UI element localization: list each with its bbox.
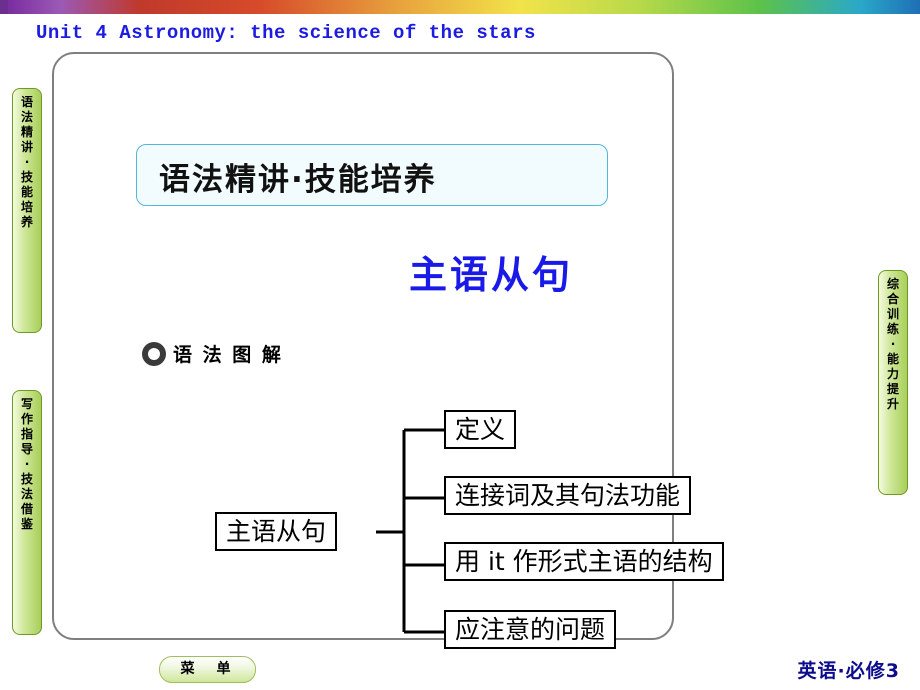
ring-bullet-icon <box>142 341 166 366</box>
main-content-panel: 语法精讲·技能培养 主语从句 语 法 图 解 主语从句 定义 连接词及其句法功能… <box>52 52 724 649</box>
menu-button[interactable]: 菜 单 <box>159 656 256 683</box>
grammar-tree-diagram: 主语从句 定义 连接词及其句法功能 用 it 作形式主语的结构 应注意的问题 <box>204 404 844 674</box>
grammar-diagram-label-text: 语 法 图 解 <box>173 344 283 366</box>
textbook-label: 英语·必修3 <box>797 660 900 682</box>
sidebar-item-writing-guide-label: 写作指导 · 技法借鉴 <box>20 397 33 531</box>
grammar-diagram-label: 语 法 图 解 <box>142 340 283 367</box>
diagram-root-node: 主语从句 <box>215 512 338 551</box>
diagram-branch-node: 应注意的问题 <box>444 610 617 649</box>
diagram-branch-node: 定义 <box>444 410 517 449</box>
decorative-top-bar <box>0 0 920 14</box>
sidebar-item-writing-guide[interactable]: 写作指导 · 技法借鉴 <box>12 390 42 635</box>
section-heading-label: 语法精讲·技能培养 <box>159 162 437 198</box>
page-title: Unit 4 Astronomy: the science of the sta… <box>36 22 536 44</box>
diagram-branch-node: 用 it 作形式主语的结构 <box>444 542 724 581</box>
decorative-left-cap <box>0 0 8 14</box>
lesson-topic-title: 主语从句 <box>409 253 574 297</box>
sidebar-item-grammar-skill-label: 语法精讲 · 技能培养 <box>20 95 33 229</box>
sidebar-item-grammar-skill[interactable]: 语法精讲 · 技能培养 <box>12 88 42 333</box>
sidebar-item-comprehensive-training[interactable]: 综合训练 · 能力提升 <box>878 270 908 495</box>
sidebar-item-comprehensive-training-label: 综合训练 · 能力提升 <box>886 277 899 411</box>
section-heading-box: 语法精讲·技能培养 <box>136 144 608 206</box>
diagram-branch-node: 连接词及其句法功能 <box>444 476 692 515</box>
